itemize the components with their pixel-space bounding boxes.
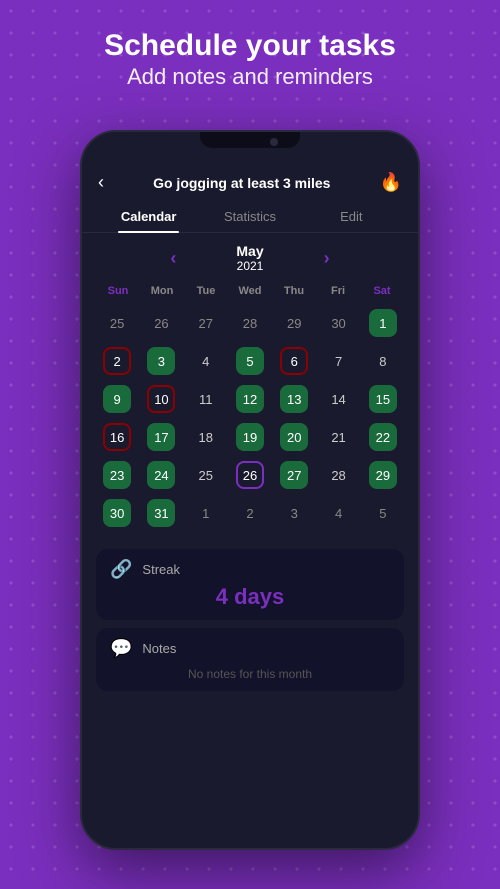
calendar-cell[interactable]: 26 — [229, 457, 271, 493]
streak-icon: 🔗 — [110, 559, 132, 580]
calendar-cell[interactable]: 5 — [362, 495, 404, 531]
calendar-cell[interactable]: 25 — [96, 305, 138, 341]
calendar-cell[interactable]: 30 — [96, 495, 138, 531]
calendar-cell[interactable]: 21 — [317, 419, 359, 455]
camera — [270, 138, 278, 146]
tab-calendar[interactable]: Calendar — [98, 201, 199, 232]
streak-label: Streak — [142, 562, 180, 577]
calendar-cell[interactable]: 2 — [229, 495, 271, 531]
calendar-cell[interactable]: 20 — [273, 419, 315, 455]
calendar-cell[interactable]: 1 — [362, 305, 404, 341]
calendar-cell[interactable]: 30 — [317, 305, 359, 341]
calendar-cell[interactable]: 25 — [185, 457, 227, 493]
calendar-month-year: May 2021 — [236, 243, 263, 273]
calendar-cell[interactable]: 26 — [140, 305, 182, 341]
calendar-cell[interactable]: 7 — [317, 343, 359, 379]
day-name-thu: Thu — [272, 281, 316, 301]
day-name-tue: Tue — [184, 281, 228, 301]
calendar-cell[interactable]: 5 — [229, 343, 271, 379]
day-name-mon: Mon — [140, 281, 184, 301]
calendar-cell[interactable]: 15 — [362, 381, 404, 417]
calendar-cell[interactable]: 29 — [273, 305, 315, 341]
notes-label: Notes — [142, 641, 176, 656]
calendar-day-names: Sun Mon Tue Wed Thu Fri Sat — [96, 281, 404, 301]
calendar-cell[interactable]: 24 — [140, 457, 182, 493]
calendar-year: 2021 — [236, 259, 263, 273]
notes-section: 💬 Notes No notes for this month — [96, 628, 404, 691]
notes-header: 💬 Notes — [110, 638, 390, 659]
calendar-cell[interactable]: 1 — [185, 495, 227, 531]
day-name-sat: Sat — [360, 281, 404, 301]
notes-empty-text: No notes for this month — [110, 667, 390, 681]
header: Schedule your tasks Add notes and remind… — [0, 28, 500, 90]
calendar-cell[interactable]: 19 — [229, 419, 271, 455]
calendar-cell[interactable]: 4 — [185, 343, 227, 379]
fire-icon: 🔥 — [380, 172, 402, 193]
header-subtitle: Add notes and reminders — [0, 64, 500, 90]
calendar-cell[interactable]: 8 — [362, 343, 404, 379]
calendar-cell[interactable]: 11 — [185, 381, 227, 417]
header-title: Schedule your tasks — [0, 28, 500, 64]
calendar-cell[interactable]: 12 — [229, 381, 271, 417]
calendar-cell[interactable]: 29 — [362, 457, 404, 493]
topbar-title: Go jogging at least 3 miles — [104, 175, 380, 191]
calendar-cell[interactable]: 27 — [273, 457, 315, 493]
calendar-cell[interactable]: 3 — [273, 495, 315, 531]
calendar-cell[interactable]: 4 — [317, 495, 359, 531]
calendar-cell[interactable]: 6 — [273, 343, 315, 379]
calendar-cell[interactable]: 2 — [96, 343, 138, 379]
calendar-cell[interactable]: 28 — [229, 305, 271, 341]
calendar-cell[interactable]: 14 — [317, 381, 359, 417]
calendar-cell[interactable]: 27 — [185, 305, 227, 341]
day-name-wed: Wed — [228, 281, 272, 301]
streak-value: 4 days — [110, 584, 390, 610]
prev-month-button[interactable]: ‹ — [170, 248, 176, 269]
tab-edit[interactable]: Edit — [301, 201, 402, 232]
phone-frame: ‹ Go jogging at least 3 miles 🔥 Calendar… — [80, 130, 420, 850]
streak-header: 🔗 Streak — [110, 559, 390, 580]
calendar-cell[interactable]: 22 — [362, 419, 404, 455]
calendar-cell[interactable]: 10 — [140, 381, 182, 417]
tab-bar: Calendar Statistics Edit — [82, 201, 418, 233]
calendar-cell[interactable]: 3 — [140, 343, 182, 379]
notes-icon: 💬 — [110, 638, 132, 659]
notch — [200, 132, 300, 148]
tab-statistics[interactable]: Statistics — [199, 201, 300, 232]
calendar-cell[interactable]: 13 — [273, 381, 315, 417]
topbar: ‹ Go jogging at least 3 miles 🔥 — [82, 162, 418, 201]
next-month-button[interactable]: › — [324, 248, 330, 269]
notch-bar — [82, 132, 418, 162]
day-name-sun: Sun — [96, 281, 140, 301]
calendar-cell[interactable]: 31 — [140, 495, 182, 531]
calendar-grid: 2526272829301234567891011121314151617181… — [96, 305, 404, 531]
calendar-cell[interactable]: 28 — [317, 457, 359, 493]
calendar-cell[interactable]: 23 — [96, 457, 138, 493]
streak-section: 🔗 Streak 4 days — [96, 549, 404, 620]
calendar-cell[interactable]: 18 — [185, 419, 227, 455]
calendar-cell[interactable]: 16 — [96, 419, 138, 455]
calendar-cell[interactable]: 17 — [140, 419, 182, 455]
calendar-nav: ‹ May 2021 › — [96, 243, 404, 273]
day-name-fri: Fri — [316, 281, 360, 301]
calendar-month: May — [236, 243, 263, 259]
calendar-cell[interactable]: 9 — [96, 381, 138, 417]
screen: ‹ Go jogging at least 3 miles 🔥 Calendar… — [82, 162, 418, 848]
calendar: ‹ May 2021 › Sun Mon Tue Wed Thu Fri Sat… — [82, 233, 418, 541]
